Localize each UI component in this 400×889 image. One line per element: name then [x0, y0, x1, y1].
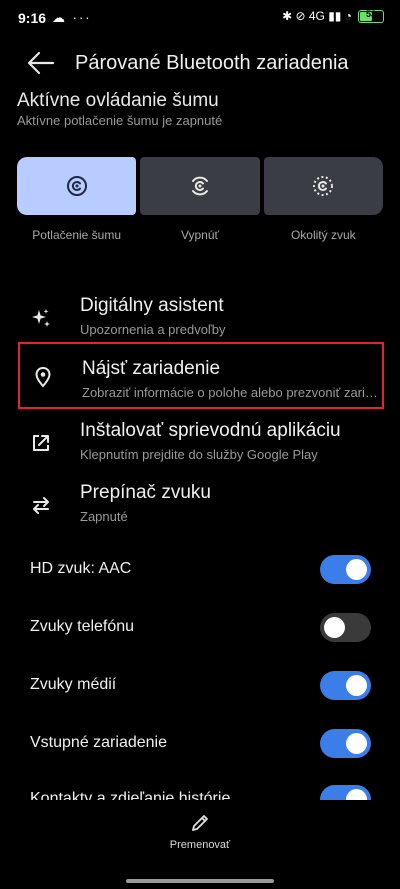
status-notification-icons: ☁ ··· — [52, 10, 92, 25]
toggle-knob — [346, 733, 367, 754]
battery-icon: 53 — [358, 8, 384, 23]
noise-cancel-icon — [66, 176, 87, 196]
menu-item-install-companion[interactable]: Inštalovať sprievodnú aplikáciu Klepnutí… — [18, 416, 384, 472]
location-pin-icon — [35, 366, 51, 388]
mode-tile-noise-cancel[interactable] — [17, 157, 137, 215]
toggle-switch[interactable] — [320, 729, 371, 758]
menu-item-subtitle: Zobraziť informácie o polohe alebo prezv… — [82, 385, 378, 400]
menu-item-title: Nájsť zariadenie — [82, 358, 221, 379]
page-title: Párované Bluetooth zariadenia — [75, 52, 349, 74]
rename-button[interactable]: Premenovať — [150, 812, 250, 860]
menu-item-title: Digitálny asistent — [80, 295, 224, 316]
menu-item-subtitle: Klepnutím prejdite do služby Google Play — [80, 447, 318, 462]
anc-section-subtitle: Aktívne potlačenie šumu je zapnuté — [17, 113, 223, 128]
toggle-knob — [346, 559, 367, 580]
status-system-icons: ✱ ⊘ 4G ▮▮ ◔ — [282, 9, 352, 23]
rename-label: Premenovať — [169, 839, 231, 851]
arrow-back-icon — [27, 51, 55, 75]
toggle-switch[interactable] — [320, 671, 371, 700]
app-bar: Párované Bluetooth zariadenia — [0, 38, 400, 90]
toggle-knob — [324, 617, 345, 638]
back-button[interactable] — [26, 50, 56, 76]
menu-item-digital-assistant[interactable]: Digitálny asistent Upozornenia a predvoľ… — [18, 291, 384, 347]
anc-off-icon — [191, 176, 208, 196]
menu-item-subtitle: Upozornenia a predvoľby — [80, 322, 226, 337]
pencil-icon — [192, 815, 208, 831]
mode-tile-ambient[interactable] — [263, 157, 383, 215]
home-indicator[interactable] — [126, 879, 274, 883]
ambient-sound-icon — [313, 176, 334, 196]
toggle-label: Vstupné zariadenie — [30, 734, 167, 751]
sparkle-icon — [32, 309, 50, 327]
toggle-row-phone-sounds: Zvuky telefónu — [0, 608, 400, 648]
menu-item-audio-switch[interactable]: Prepínač zvuku Zapnuté — [18, 478, 384, 534]
mode-label-ambient: Okolitý zvuk — [290, 228, 356, 242]
toggle-row-media-sounds: Zvuky médií — [0, 666, 400, 706]
swap-arrows-icon — [33, 497, 49, 514]
toggle-label: Zvuky telefónu — [30, 618, 135, 635]
toggle-row-input-device: Vstupné zariadenie — [0, 724, 400, 764]
battery-label: 53 — [365, 8, 376, 19]
mode-label-off: Vypnúť — [180, 228, 220, 242]
toggle-switch[interactable] — [320, 613, 371, 642]
mode-label-noise-cancel: Potlačenie šumu — [32, 228, 122, 242]
toggle-knob — [346, 675, 367, 696]
toggle-label: HD zvuk: AAC — [30, 560, 132, 577]
status-time: 9:16 — [18, 10, 47, 26]
anc-section-title: Aktívne ovládanie šumu — [17, 90, 219, 110]
open-external-icon — [33, 435, 49, 451]
anc-mode-selector — [17, 157, 383, 215]
status-right-icons: ✱ ⊘ 4G ▮▮ ◔ 53 — [282, 9, 384, 23]
mode-tile-off[interactable] — [140, 157, 260, 215]
status-bar: 9:16 ☁ ··· ✱ ⊘ 4G ▮▮ ◔ 53 — [0, 0, 400, 36]
toggle-row-hd-audio: HD zvuk: AAC — [0, 550, 400, 590]
toggle-switch[interactable] — [320, 555, 371, 584]
toggle-label: Zvuky médií — [30, 676, 117, 693]
anc-mode-labels: Potlačenie šumu Vypnúť Okolitý zvuk — [17, 228, 383, 242]
menu-item-title: Prepínač zvuku — [80, 482, 211, 503]
menu-item-find-device[interactable]: Nájsť zariadenie Zobraziť informácie o p… — [18, 342, 384, 409]
menu-item-subtitle: Zapnuté — [80, 509, 128, 524]
menu-item-title: Inštalovať sprievodnú aplikáciu — [80, 420, 341, 441]
